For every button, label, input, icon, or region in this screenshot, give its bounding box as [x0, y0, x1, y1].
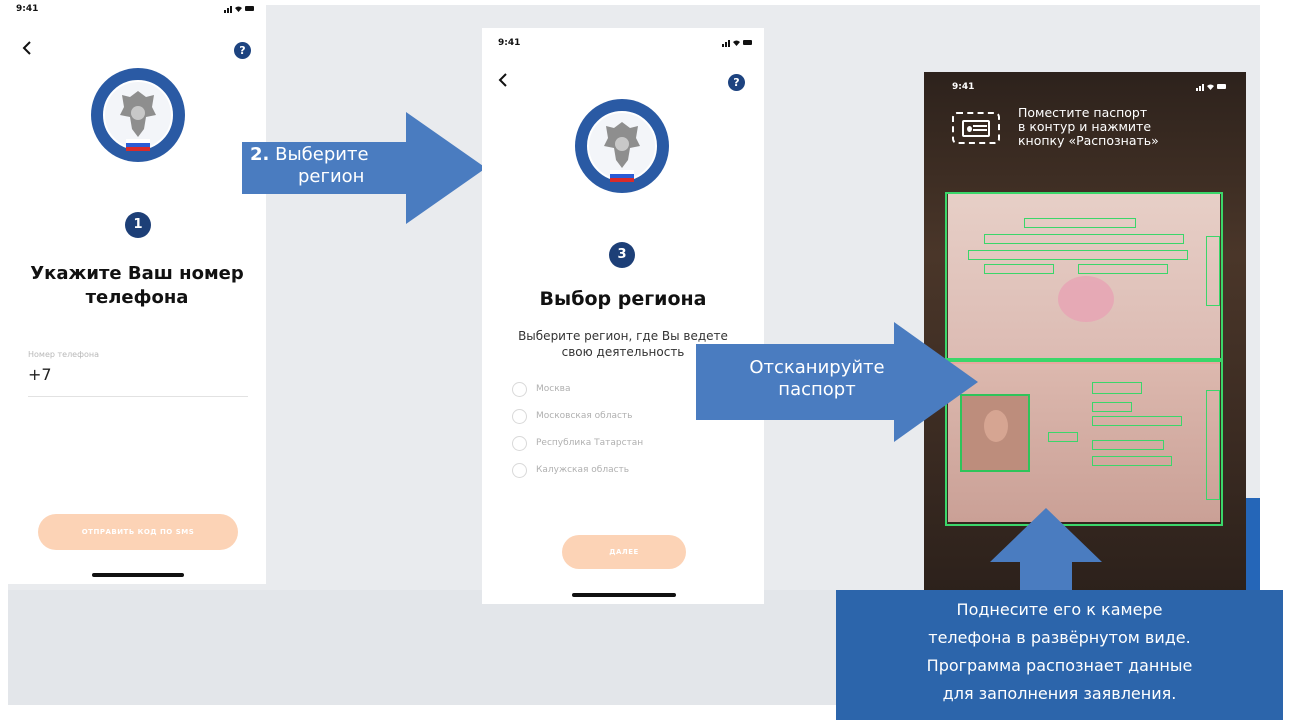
step-badge: 1 — [125, 212, 151, 238]
callout-line: для заполнения заявления. — [942, 684, 1177, 703]
signal-wifi-battery-icon — [722, 40, 752, 47]
scan-field — [1206, 236, 1220, 306]
step-number: 2. — [250, 144, 270, 165]
scan-instructions: Поместите паспорт в контур и нажмите кно… — [1018, 106, 1159, 148]
id-card-icon — [962, 120, 990, 137]
status-bar: 9:41 — [498, 38, 752, 52]
step-badge: 3 — [609, 242, 635, 268]
help-button[interactable]: ? — [234, 42, 251, 59]
instruction-line: в контур и нажмите — [1018, 119, 1152, 134]
back-button[interactable] — [498, 70, 508, 92]
fns-emblem-icon — [575, 99, 669, 193]
arrow-up-icon — [990, 508, 1102, 600]
question-icon: ? — [733, 76, 740, 89]
radio-icon[interactable] — [512, 462, 527, 478]
signal-wifi-battery-icon — [224, 6, 254, 13]
page-title: Выбор региона — [539, 288, 707, 310]
instruction-line: кнопку «Распознать» — [1018, 133, 1159, 148]
phone-input[interactable]: +7 — [28, 365, 52, 384]
scan-field — [984, 264, 1054, 274]
status-icons — [224, 4, 254, 16]
back-button[interactable] — [22, 38, 32, 60]
status-time: 9:41 — [952, 82, 975, 92]
phone-field-label: Номер телефона — [28, 350, 99, 359]
callout-line: Поднесите его к камере — [956, 600, 1163, 619]
scan-field — [1206, 390, 1220, 500]
instruction-line: Поместите паспорт — [1018, 105, 1148, 120]
home-indicator — [92, 573, 184, 577]
chevron-left-icon — [22, 41, 31, 55]
region-option-label: Московская область — [536, 411, 633, 421]
status-bar: 9:41 — [16, 4, 254, 18]
arrow-scan-label: Отсканируйте паспорт — [710, 357, 924, 401]
scan-field — [1078, 264, 1168, 274]
scan-field — [1092, 456, 1172, 466]
input-underline — [28, 396, 248, 397]
home-indicator — [572, 593, 676, 597]
scan-field — [1024, 218, 1136, 228]
passport-scan-icon — [952, 112, 1000, 144]
scan-field — [1092, 402, 1132, 412]
title-line: телефона — [85, 287, 189, 308]
scan-frame-bottom — [945, 360, 1223, 526]
region-option-label: Республика Татарстан — [536, 438, 644, 448]
scan-field — [968, 250, 1188, 260]
region-option[interactable]: Калужская область — [512, 462, 629, 478]
instruction-callout: Поднесите его к камере телефона в развёр… — [836, 590, 1283, 720]
region-selection-screen: 9:41 ? 3 Выбор региона Выберите регион, … — [482, 28, 764, 604]
callout-line: телефона в развёрнутом виде. — [928, 628, 1191, 647]
chevron-left-icon — [498, 73, 507, 87]
scan-field — [1092, 416, 1182, 426]
region-option[interactable]: Москва — [512, 381, 570, 397]
arrow-region-label: 2. Выберите регион — [250, 144, 440, 188]
title-line: Укажите Ваш номер — [30, 263, 244, 284]
fns-emblem-icon — [91, 68, 185, 162]
page-title: Укажите Ваш номер телефона — [8, 262, 266, 310]
callout-line: Программа распознает данные — [926, 656, 1193, 675]
arrow-text: Отсканируйте — [749, 357, 885, 378]
help-button[interactable]: ? — [728, 74, 745, 91]
scan-field — [1048, 432, 1078, 442]
scan-field — [1092, 382, 1142, 394]
region-option-label: Москва — [536, 384, 571, 394]
status-icons — [1196, 82, 1226, 94]
scan-field — [1092, 440, 1164, 450]
region-option-label: Калужская область — [536, 465, 630, 475]
signal-wifi-battery-icon — [1196, 84, 1226, 91]
radio-icon[interactable] — [512, 381, 527, 397]
send-sms-code-button[interactable]: ОТПРАВИТЬ КОД ПО SMS — [38, 514, 238, 550]
status-bar: 9:41 — [952, 82, 1226, 96]
phone-number-screen: 9:41 ? 1 Укажите Ваш номер телефона Номе… — [8, 0, 266, 584]
scan-field — [984, 234, 1184, 244]
arrow-text: регион — [298, 166, 365, 187]
passport-preview — [945, 192, 1223, 526]
status-time: 9:41 — [16, 4, 39, 14]
region-option[interactable]: Московская область — [512, 408, 632, 424]
arrow-text: паспорт — [778, 379, 856, 400]
radio-icon[interactable] — [512, 435, 527, 451]
status-time: 9:41 — [498, 38, 521, 48]
next-button[interactable]: ДАЛЕЕ — [562, 535, 686, 569]
radio-icon[interactable] — [512, 408, 527, 424]
question-icon: ? — [239, 44, 246, 57]
region-option[interactable]: Республика Татарстан — [512, 435, 643, 451]
status-icons — [722, 38, 752, 50]
arrow-text: Выберите — [275, 144, 369, 165]
